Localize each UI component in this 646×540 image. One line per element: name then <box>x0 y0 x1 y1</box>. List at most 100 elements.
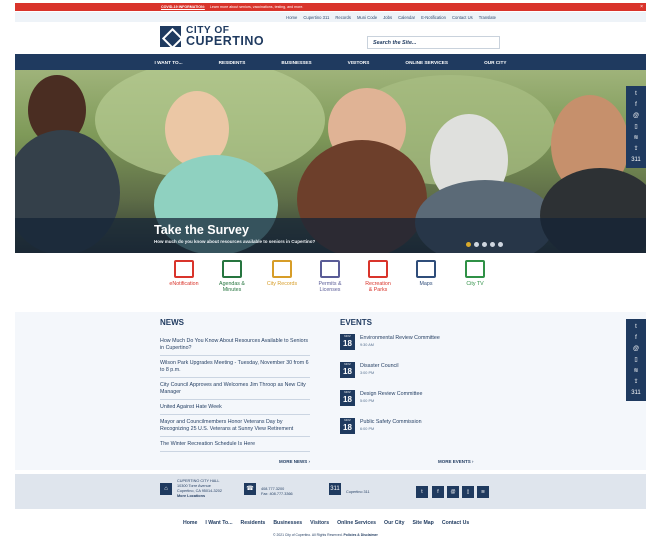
footer-link-online-services[interactable]: Online Services <box>337 520 376 526</box>
facebook-icon[interactable]: f <box>631 101 641 109</box>
nav-i-want-to[interactable]: I WANT TO... <box>137 60 201 65</box>
footer-link-businesses[interactable]: Businesses <box>273 520 302 526</box>
alert-text: Learn more about seniors, vaccinations, … <box>209 5 304 9</box>
event-item[interactable]: NOV 18 Disaster Council 3:00 PM <box>340 362 480 386</box>
nav-online-services[interactable]: ONLINE SERVICES <box>387 60 466 65</box>
news-events-section <box>15 312 646 470</box>
fax-number: Fax: 408.777.3366 <box>261 492 293 496</box>
rss-icon[interactable]: ≋ <box>631 134 641 142</box>
event-item[interactable]: NOV 18 Design Review Committee 5:00 PM <box>340 390 480 414</box>
footer-link-home[interactable]: Home <box>183 520 197 526</box>
email-icon[interactable]: @ <box>631 345 641 353</box>
email-icon[interactable]: @ <box>631 112 641 120</box>
stamp-icon <box>320 260 340 278</box>
utility-link-calendar[interactable]: Calendar <box>398 15 415 20</box>
footer-link-visitors[interactable]: Visitors <box>310 520 329 526</box>
footer-link-i-want-to[interactable]: I Want To... <box>205 520 232 526</box>
site-search-input[interactable]: Search the Site... <box>367 36 500 49</box>
mobile-icon[interactable]: ▯ <box>631 123 641 131</box>
event-time: 6:00 PM <box>360 427 375 431</box>
utility-links: Home Cupertino 311 Records Muni Code Job… <box>15 12 646 22</box>
records-icon <box>272 260 292 278</box>
twitter-icon[interactable]: t <box>631 323 641 331</box>
share-icon[interactable]: ⇪ <box>631 378 641 386</box>
311-icon[interactable]: 311 <box>631 389 641 397</box>
news-heading: NEWS <box>160 318 184 327</box>
hero-photo <box>15 70 646 253</box>
event-time: 5:00 PM <box>360 399 375 403</box>
utility-link-muni-code[interactable]: Muni Code <box>357 15 377 20</box>
twitter-icon[interactable]: t <box>631 90 641 98</box>
mobile-icon[interactable]: ▯ <box>462 486 474 498</box>
utility-link-contact-us[interactable]: Contact Us <box>452 15 473 20</box>
footer-link-site-map[interactable]: Site Map <box>413 520 434 526</box>
tv-icon <box>465 260 485 278</box>
city-seal-icon <box>160 26 181 47</box>
hero-caption-band[interactable] <box>15 218 646 253</box>
footer-link-residents[interactable]: Residents <box>241 520 266 526</box>
news-item[interactable]: United Against Hate Week <box>160 401 310 415</box>
carousel-dot[interactable] <box>490 242 495 247</box>
news-item[interactable]: Mayor and Councilmembers Honor Veterans … <box>160 416 310 437</box>
facebook-icon[interactable]: f <box>432 486 444 498</box>
footer-link-contact-us[interactable]: Contact Us <box>442 520 469 526</box>
quick-link-label: City TV <box>466 281 484 287</box>
city-logo[interactable]: CITY OF CUPERTINO <box>160 25 264 47</box>
envelope-icon <box>174 260 194 278</box>
more-locations-link[interactable]: More Locations <box>177 494 205 498</box>
utility-link-home[interactable]: Home <box>286 15 297 20</box>
hero-title[interactable]: Take the Survey <box>154 223 249 237</box>
event-date: NOV 18 <box>340 334 355 350</box>
event-date: NOV 18 <box>340 362 355 378</box>
copyright-text: © 2021 City of Cupertino. All Rights Res… <box>273 533 378 537</box>
nav-visitors[interactable]: VISITORS <box>330 60 388 65</box>
news-item[interactable]: Wilson Park Upgrades Meeting - Tuesday, … <box>160 357 310 378</box>
footer-navigation: Home I Want To... Residents Businesses V… <box>183 520 469 526</box>
alert-close-icon[interactable]: × <box>640 3 643 11</box>
share-icon[interactable]: ⇪ <box>631 145 641 153</box>
event-title[interactable]: Public Safety Commission <box>360 419 422 425</box>
event-day: 18 <box>343 339 352 348</box>
more-events-link[interactable]: MORE EVENTS › <box>438 459 474 464</box>
carousel-dot[interactable] <box>498 242 503 247</box>
carousel-dot-active[interactable] <box>466 242 471 247</box>
hero-subtitle: How much do you know about resources ava… <box>154 239 316 244</box>
cupertino-311-link[interactable]: Cupertino 311 <box>346 490 370 495</box>
rss-icon[interactable]: ≋ <box>631 367 641 375</box>
phone-info: 408.777.3200 Fax: 408.777.3366 <box>261 487 293 497</box>
event-date: NOV 18 <box>340 418 355 434</box>
event-item[interactable]: NOV 18 Public Safety Commission 6:00 PM <box>340 418 480 442</box>
event-title[interactable]: Disaster Council <box>360 363 399 369</box>
nav-residents[interactable]: RESIDENTS <box>201 60 264 65</box>
utility-link-translate[interactable]: Translate <box>479 15 496 20</box>
rss-icon[interactable]: ≋ <box>477 486 489 498</box>
quick-link-city-tv[interactable]: City TV <box>445 260 505 287</box>
news-item[interactable]: How Much Do You Know About Resources Ava… <box>160 335 310 356</box>
utility-link-e-notification[interactable]: E-Notification <box>421 15 446 20</box>
clipboard-icon <box>222 260 242 278</box>
carousel-dot[interactable] <box>482 242 487 247</box>
event-item[interactable]: NOV 18 Environmental Review Committee 9:30 … <box>340 334 480 358</box>
news-item[interactable]: The Winter Recreation Schedule Is Here <box>160 438 310 452</box>
covid-alert-bar[interactable]: COVID-19 INFORMATION: Learn more about s… <box>15 3 646 11</box>
carousel-dot[interactable] <box>474 242 479 247</box>
policies-link[interactable]: Policies & Disclaimer <box>344 533 378 537</box>
event-time: 3:00 PM <box>360 371 375 375</box>
event-title[interactable]: Design Review Committee <box>360 391 422 397</box>
alert-label[interactable]: COVID-19 INFORMATION: <box>161 5 205 9</box>
nav-our-city[interactable]: OUR CITY <box>466 60 524 65</box>
footer-link-our-city[interactable]: Our City <box>384 520 404 526</box>
news-item[interactable]: City Council Approves and Welcomes Jim T… <box>160 379 310 400</box>
mobile-icon[interactable]: ▯ <box>631 356 641 364</box>
main-navigation: I WANT TO... RESIDENTS BUSINESSES VISITO… <box>15 54 646 70</box>
utility-link-jobs[interactable]: Jobs <box>383 15 392 20</box>
facebook-icon[interactable]: f <box>631 334 641 342</box>
email-icon[interactable]: @ <box>447 486 459 498</box>
utility-link-cupertino-311[interactable]: Cupertino 311 <box>303 15 329 20</box>
nav-businesses[interactable]: BUSINESSES <box>263 60 329 65</box>
311-icon[interactable]: 311 <box>631 156 641 164</box>
more-news-link[interactable]: MORE NEWS › <box>279 459 310 464</box>
twitter-icon[interactable]: t <box>416 486 428 498</box>
event-title[interactable]: Environmental Review Committee <box>360 335 440 341</box>
utility-link-records[interactable]: Records <box>335 15 351 20</box>
